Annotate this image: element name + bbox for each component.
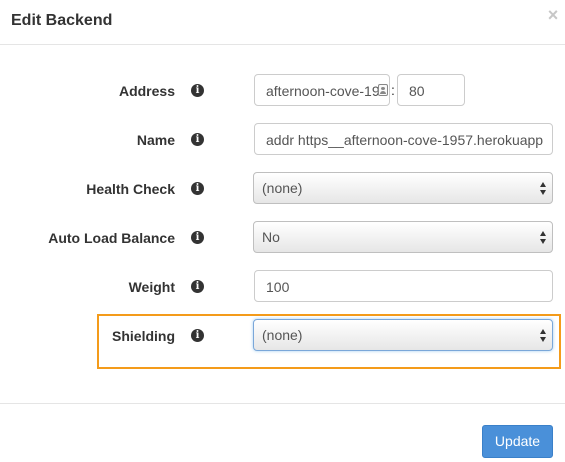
address-row: Address i afternoon-cove-19 : 80	[0, 74, 565, 108]
auto-load-balance-selected: No	[262, 229, 280, 245]
auto-load-balance-row: Auto Load Balance i No	[0, 221, 565, 255]
auto-load-balance-select[interactable]: No	[253, 221, 553, 253]
shielding-selected: (none)	[262, 327, 303, 343]
shielding-select[interactable]: (none)	[253, 319, 553, 351]
info-icon[interactable]: i	[191, 84, 204, 97]
select-arrows-icon	[540, 182, 547, 196]
address-label: Address	[118, 83, 175, 99]
address-host-value: afternoon-cove-19	[266, 83, 380, 99]
info-icon[interactable]: i	[191, 182, 204, 195]
address-separator: :	[391, 82, 395, 98]
health-check-row: Health Check i (none)	[0, 172, 565, 206]
select-arrows-icon	[540, 329, 547, 343]
health-check-label: Health Check	[86, 181, 175, 197]
info-icon[interactable]: i	[191, 133, 204, 146]
name-input[interactable]: addr https__afternoon-cove-1957.herokuap…	[254, 123, 553, 155]
info-icon[interactable]: i	[191, 231, 204, 244]
health-check-selected: (none)	[262, 180, 303, 196]
weight-row: Weight i 100	[0, 270, 565, 304]
weight-label: Weight	[128, 279, 175, 295]
dialog-title: Edit Backend	[11, 12, 113, 29]
contact-card-icon[interactable]	[378, 84, 388, 96]
close-icon[interactable]: ×	[545, 5, 561, 25]
address-port-input[interactable]: 80	[397, 74, 465, 106]
shielding-row: Shielding i (none)	[0, 319, 565, 353]
select-arrows-icon	[540, 231, 547, 245]
edit-backend-dialog: Edit Backend × Address i afternoon-cove-…	[0, 0, 565, 461]
weight-input[interactable]: 100	[254, 270, 553, 302]
dialog-footer: Update	[0, 403, 565, 462]
name-label: Name	[136, 132, 175, 148]
shielding-label: Shielding	[112, 328, 175, 344]
info-icon[interactable]: i	[191, 280, 204, 293]
health-check-select[interactable]: (none)	[253, 172, 553, 204]
auto-load-balance-label: Auto Load Balance	[48, 230, 175, 246]
dialog-header: Edit Backend ×	[0, 0, 565, 45]
update-button[interactable]: Update	[482, 425, 553, 458]
info-icon[interactable]: i	[191, 329, 204, 342]
name-row: Name i addr https__afternoon-cove-1957.h…	[0, 123, 565, 157]
address-host-input[interactable]: afternoon-cove-19	[254, 74, 390, 106]
